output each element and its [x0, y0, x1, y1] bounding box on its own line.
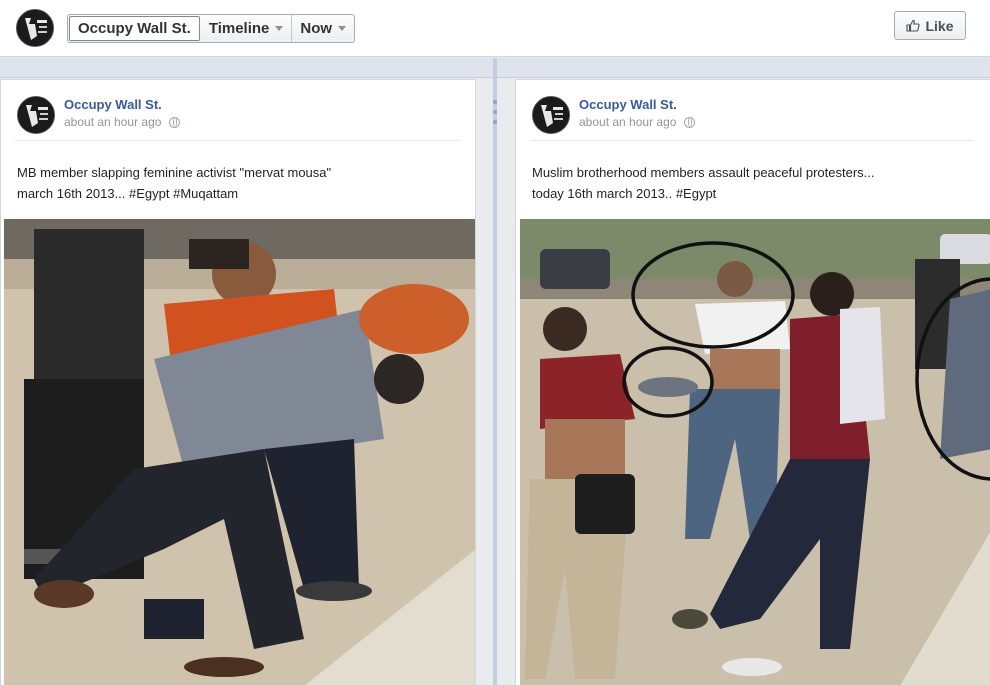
- thumbs-up-icon: [906, 19, 921, 32]
- post-message: Muslim brotherhood members assault peace…: [532, 162, 982, 204]
- post-photo[interactable]: [4, 219, 475, 685]
- post-timestamp[interactable]: about an hour ago: [64, 115, 181, 129]
- page-name-label: Occupy Wall St.: [78, 20, 191, 37]
- chevron-down-icon: [338, 26, 347, 31]
- post-message-line: MB member slapping feminine activist "me…: [17, 165, 332, 180]
- page-name-button[interactable]: Occupy Wall St.: [69, 16, 200, 41]
- timeline-marker: [490, 100, 500, 140]
- like-label: Like: [925, 17, 954, 34]
- timeline-spine: [493, 58, 497, 685]
- street-scene-photo: [520, 219, 990, 685]
- chevron-down-icon: [275, 26, 284, 31]
- timestamp-text: about an hour ago: [64, 115, 162, 129]
- post-message: MB member slapping feminine activist "me…: [17, 162, 467, 204]
- post-message-line: today 16th march 2013.. #Egypt: [532, 186, 717, 201]
- like-button[interactable]: Like: [894, 11, 966, 40]
- globe-icon[interactable]: [169, 116, 181, 128]
- occupy-logo-icon: [18, 97, 54, 133]
- now-label: Now: [300, 20, 333, 37]
- globe-icon[interactable]: [684, 116, 696, 128]
- occupy-logo-icon: [17, 10, 53, 46]
- timeline-post: Occupy Wall St. about an hour ago Muslim…: [515, 79, 990, 685]
- timeline-label: Timeline: [208, 20, 270, 37]
- street-scene-photo: [4, 219, 475, 685]
- author-avatar[interactable]: [17, 96, 55, 134]
- timeline-post: Occupy Wall St. about an hour ago MB mem…: [0, 79, 476, 685]
- divider: [15, 140, 459, 141]
- post-message-line: march 16th 2013... #Egypt #Muqattam: [17, 186, 239, 201]
- now-dropdown[interactable]: Now: [292, 15, 354, 42]
- timestamp-text: about an hour ago: [579, 115, 677, 129]
- timeline-dropdown[interactable]: Timeline: [201, 15, 293, 42]
- top-bar: Occupy Wall St. Timeline Now Like: [0, 0, 990, 57]
- page-avatar[interactable]: [16, 9, 54, 47]
- post-timestamp[interactable]: about an hour ago: [579, 115, 696, 129]
- post-photo[interactable]: [520, 219, 990, 685]
- author-name-link[interactable]: Occupy Wall St.: [579, 97, 677, 112]
- divider: [530, 140, 974, 141]
- author-name-link[interactable]: Occupy Wall St.: [64, 97, 162, 112]
- occupy-logo-icon: [533, 97, 569, 133]
- author-avatar[interactable]: [532, 96, 570, 134]
- page-nav-button-group: Occupy Wall St. Timeline Now: [67, 14, 356, 43]
- post-message-line: Muslim brotherhood members assault peace…: [532, 165, 875, 180]
